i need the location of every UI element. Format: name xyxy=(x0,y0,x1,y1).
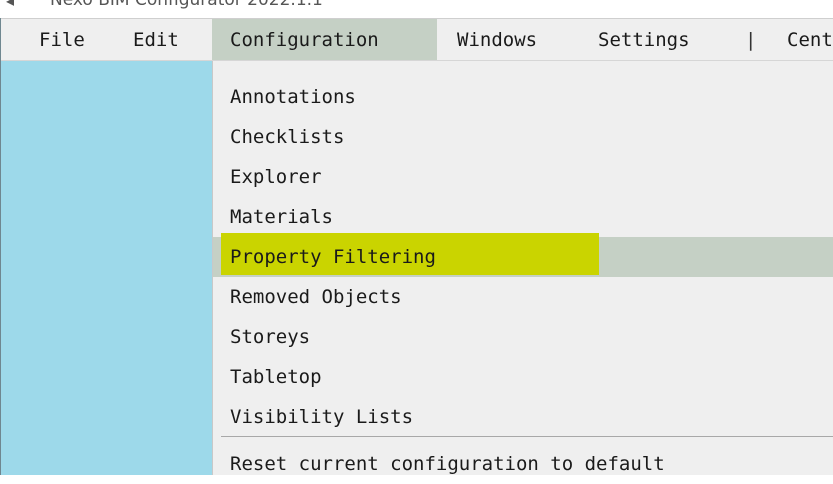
menu-item-tabletop[interactable]: Tabletop xyxy=(213,357,833,397)
menu-item-label: Visibility Lists xyxy=(230,406,414,428)
menu-edit[interactable]: Edit xyxy=(121,19,201,60)
menu-windows[interactable]: Windows xyxy=(445,19,575,60)
window-titlebar: ◂ Nexo BIM Configurator 2022.1.1 xyxy=(0,0,833,18)
menu-item-annotations[interactable]: Annotations xyxy=(213,77,833,117)
menu-item-label: Removed Objects xyxy=(230,286,402,308)
menu-item-label: Property Filtering xyxy=(230,246,436,268)
configuration-dropdown: Annotations Checklists Explorer Material… xyxy=(212,61,833,475)
menu-item-label: Checklists xyxy=(230,126,345,148)
menu-item-label: Annotations xyxy=(230,86,356,108)
window-frame-edge xyxy=(0,18,1,475)
left-panel xyxy=(0,61,212,475)
menu-settings[interactable]: Settings xyxy=(586,19,716,60)
back-arrow-icon[interactable]: ◂ xyxy=(6,0,14,10)
menu-item-label: Reset current configuration to default xyxy=(230,453,665,475)
menu-cent[interactable]: Cent xyxy=(775,19,833,60)
menu-item-label: Tabletop xyxy=(230,366,322,388)
window-title: Nexo BIM Configurator 2022.1.1 xyxy=(50,0,323,10)
menu-item-checklists[interactable]: Checklists xyxy=(213,117,833,157)
menu-configuration[interactable]: Configuration xyxy=(212,19,437,60)
menu-item-visibility-lists[interactable]: Visibility Lists xyxy=(213,397,833,437)
menubar: File Edit Configuration Windows Settings… xyxy=(0,18,833,61)
menu-item-explorer[interactable]: Explorer xyxy=(213,157,833,197)
menu-item-removed-objects[interactable]: Removed Objects xyxy=(213,277,833,317)
menu-divider xyxy=(221,436,833,437)
menu-item-property-filtering[interactable]: Property Filtering xyxy=(213,233,833,277)
menu-file[interactable]: File xyxy=(25,19,97,60)
menu-item-storeys[interactable]: Storeys xyxy=(213,317,833,357)
menu-separator: | xyxy=(745,29,757,51)
menu-item-label: Storeys xyxy=(230,326,311,348)
menu-item-label: Explorer xyxy=(230,166,322,188)
menu-item-reset-configuration[interactable]: Reset current configuration to default xyxy=(213,444,833,484)
menu-item-label: Materials xyxy=(230,206,333,228)
menu-item-materials[interactable]: Materials xyxy=(213,197,833,237)
